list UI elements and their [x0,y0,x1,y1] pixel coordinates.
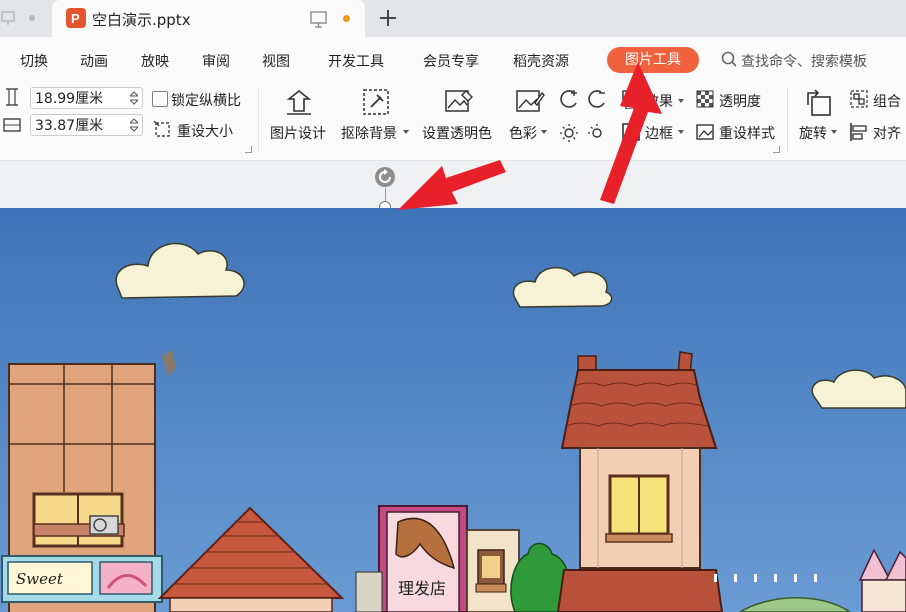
set-transparent-color-button[interactable]: 设置透明色 [422,123,492,143]
dropdown-arrow-icon[interactable] [831,128,839,136]
menu-item-slideshow[interactable]: 放映 [141,51,169,71]
decrease-contrast-icon[interactable] [587,89,607,109]
spinner-icon[interactable] [130,90,138,106]
picture-tools-tab[interactable]: 图片工具 [607,47,699,73]
effect-icon[interactable] [621,89,641,109]
align-icon[interactable] [849,122,869,142]
lock-aspect-ratio-label: 锁定纵横比 [171,93,241,109]
height-input[interactable]: 18.99厘米 [30,87,143,109]
slide-canvas-margin [0,161,906,208]
picture-design-icon[interactable] [284,87,314,117]
menu-item-review[interactable]: 审阅 [202,51,230,71]
unsaved-dot-icon [343,15,350,22]
menu-bar: 切换 动画 放映 审阅 视图 开发工具 会员专享 稻壳资源 图片工具 查找命令、… [0,37,906,82]
reset-size-icon[interactable] [153,120,173,140]
transparency-icon[interactable] [695,89,715,109]
tab-bar: P 空白演示.pptx [0,0,906,37]
cartoon-street-image: Sweet 理发店 [0,208,906,612]
decrease-brightness-icon[interactable] [587,122,607,142]
menu-item-transition[interactable]: 切换 [20,51,48,71]
tower-building [556,351,724,612]
menu-item-view[interactable]: 视图 [262,51,290,71]
color-button[interactable]: 色彩 [509,123,537,143]
dropdown-arrow-icon[interactable] [541,128,549,136]
align-button[interactable]: 对齐 [873,123,901,143]
divider [258,88,259,152]
menu-item-animation[interactable]: 动画 [80,51,108,71]
monitor-icon [1,11,35,25]
rotate-handle-icon[interactable] [374,166,396,188]
reset-style-button[interactable]: 重设样式 [719,123,775,143]
dialog-launcher-icon[interactable] [773,146,780,153]
rotate-icon[interactable] [804,87,834,117]
lock-aspect-ratio-checkbox[interactable] [152,91,168,107]
left-building: Sweet [1,363,163,612]
border-button[interactable]: 边框 [645,123,673,143]
dropdown-arrow-icon[interactable] [678,128,686,136]
monitor-icon[interactable] [310,10,328,28]
dropdown-arrow-icon[interactable] [678,97,686,105]
color-icon[interactable] [515,87,545,117]
dropdown-arrow-icon[interactable] [403,128,411,136]
group-button[interactable]: 组合 [873,91,901,111]
svg-text:P: P [71,11,80,26]
reset-style-icon[interactable] [695,122,715,142]
menu-item-resources[interactable]: 稻壳资源 [513,51,569,71]
remove-background-icon[interactable] [361,87,391,117]
presentation-file-icon: P [66,8,86,28]
increase-brightness-icon[interactable] [559,122,579,142]
dialog-launcher-icon[interactable] [245,146,252,153]
shop-sign-text: Sweet [16,570,64,588]
width-icon [3,118,21,132]
picture-tools-ribbon: 18.99厘米 33.87厘米 锁定纵横比 重设大小 图片设计 抠除背景 设置透… [0,82,906,161]
width-input[interactable]: 33.87厘米 [30,114,143,136]
effect-button[interactable]: 效果 [645,91,673,111]
plus-icon[interactable] [376,6,400,30]
command-search-input[interactable]: 查找命令、搜索模板 [741,51,867,71]
group-icon[interactable] [849,89,869,109]
rotate-handle-stem [385,188,386,202]
remove-background-button[interactable]: 抠除背景 [341,123,397,143]
search-icon[interactable] [721,51,737,67]
width-value: 33.87厘米 [35,118,104,134]
rotate-button[interactable]: 旋转 [799,123,827,143]
inactive-tab[interactable] [0,0,52,37]
selected-picture[interactable]: Sweet 理发店 [0,208,906,612]
border-icon[interactable] [621,122,641,142]
divider [787,88,788,152]
height-icon [6,88,18,106]
transparency-button[interactable]: 透明度 [719,91,761,111]
barber-sign-text: 理发店 [398,579,446,598]
increase-contrast-icon[interactable] [559,89,579,109]
document-tab-title: 空白演示.pptx [92,11,191,29]
menu-item-member[interactable]: 会员专享 [423,51,479,71]
document-tab[interactable]: P 空白演示.pptx [52,0,365,37]
height-value: 18.99厘米 [35,91,104,107]
spinner-icon[interactable] [130,117,138,133]
menu-item-developer[interactable]: 开发工具 [328,51,384,71]
picture-design-button[interactable]: 图片设计 [270,123,326,143]
set-transparent-color-icon[interactable] [444,87,474,117]
reset-size-button[interactable]: 重设大小 [177,121,233,141]
